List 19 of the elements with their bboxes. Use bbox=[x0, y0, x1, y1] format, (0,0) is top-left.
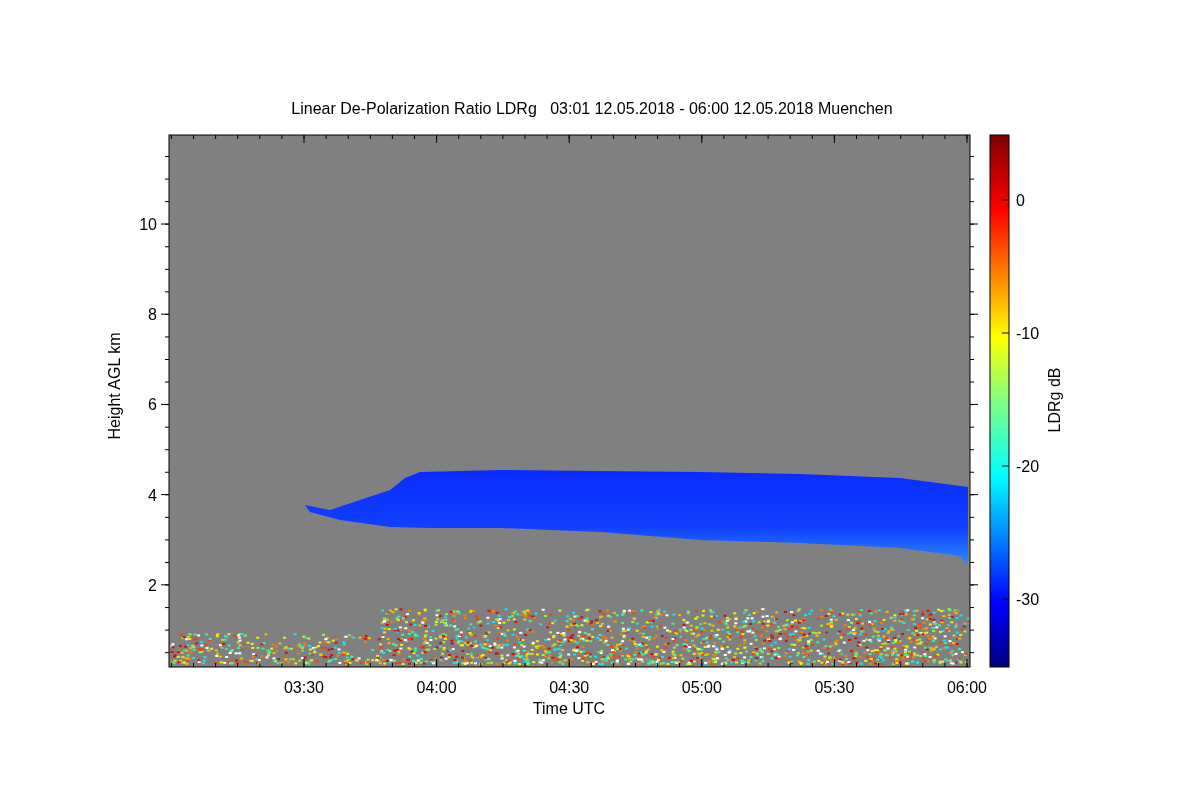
colorbar-tick-label: 0 bbox=[1016, 192, 1025, 209]
chart-title: Linear De-Polarization Ratio LDRg 03:01 12.05.2018 - 06:00 12.05.2018 Muenchen bbox=[291, 100, 893, 117]
x-tick-label: 06:00 bbox=[947, 679, 987, 696]
x-tick-label: 05:30 bbox=[814, 679, 855, 696]
x-tick-label: 04:00 bbox=[416, 679, 457, 696]
y-tick-label: 10 bbox=[139, 216, 157, 233]
x-tick-label: 04:30 bbox=[549, 679, 590, 696]
x-tick-label: 05:00 bbox=[681, 679, 722, 696]
y-axis-label: Height AGL km bbox=[106, 332, 123, 440]
x-axis-label: Time UTC bbox=[532, 700, 606, 717]
colorbar-label: LDRg dB bbox=[1046, 367, 1063, 433]
colorbar-tick-label: -10 bbox=[1016, 325, 1040, 342]
y-tick-label: 2 bbox=[148, 576, 157, 594]
x-tick-label: 03:30 bbox=[284, 679, 324, 696]
colorbar-tick-label: -30 bbox=[1016, 591, 1040, 608]
y-tick-label: 4 bbox=[148, 486, 157, 504]
colorbar-tick-label: -20 bbox=[1016, 458, 1040, 475]
y-tick-label: 6 bbox=[148, 396, 157, 414]
y-tick-label: 8 bbox=[148, 306, 157, 324]
